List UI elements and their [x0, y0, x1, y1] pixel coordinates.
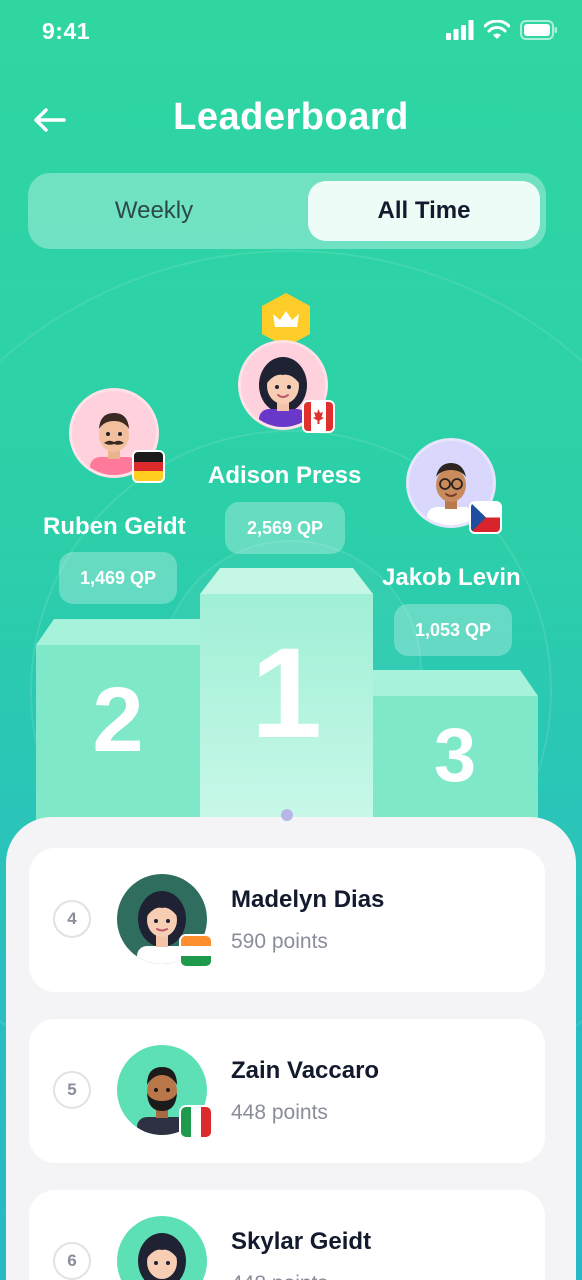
sheet-handle-dot[interactable]: [281, 809, 293, 821]
flag-italy-icon: [179, 1105, 213, 1139]
status-time: 9:41: [42, 18, 91, 44]
period-tabs: Weekly All Time: [28, 173, 546, 249]
tab-all-time[interactable]: All Time: [308, 181, 540, 241]
list-item[interactable]: 5 Zain Vaccaro 448 points: [29, 1019, 545, 1163]
points-badge-first: 2,569 QP: [225, 502, 345, 554]
wifi-icon: [484, 20, 510, 39]
podium-rank-third: 3: [433, 713, 477, 798]
player-name-first: Adison Press: [208, 462, 362, 489]
player-points: 448 points: [231, 1101, 328, 1124]
player-name-second: Ruben Geidt: [43, 513, 186, 540]
points-badge-third: 1,053 QP: [394, 604, 512, 656]
player-name-third: Jakob Levin: [382, 564, 521, 591]
flag-india-icon: [179, 934, 213, 968]
status-icons: [446, 20, 558, 40]
player-name: Skylar Geidt: [231, 1228, 372, 1255]
battery-icon: [520, 20, 557, 40]
player-name: Zain Vaccaro: [231, 1057, 380, 1084]
page-title: Leaderboard: [173, 96, 409, 138]
rank-number: 4: [53, 900, 91, 938]
avatar-woman-illustration: [138, 1233, 186, 1280]
player-name: Madelyn Dias: [231, 886, 385, 913]
player-points: 590 points: [231, 930, 328, 953]
flag-germany-icon: [132, 450, 165, 483]
podium-rank-first: 1: [250, 622, 323, 765]
signal-icon: [446, 20, 474, 40]
list-item[interactable]: 4 Madelyn Dias 590 points: [29, 848, 545, 992]
flag-czech-republic-icon: [469, 501, 502, 534]
points-badge-second: 1,469 QP: [59, 552, 177, 604]
list-item[interactable]: 6 Skylar Geidt 448 points: [29, 1190, 545, 1280]
avatar-skylar-geidt: [117, 1216, 207, 1280]
rank-number: 5: [53, 1071, 91, 1109]
tab-weekly[interactable]: Weekly: [36, 181, 272, 241]
player-points: 448 points: [231, 1272, 328, 1280]
flag-canada-icon: [302, 400, 335, 433]
rank-number: 6: [53, 1242, 91, 1280]
leaderboard-screen: 9:41 Leaderboard Weekly All Time Adison …: [0, 0, 582, 1280]
podium-rank-second: 2: [92, 669, 144, 771]
